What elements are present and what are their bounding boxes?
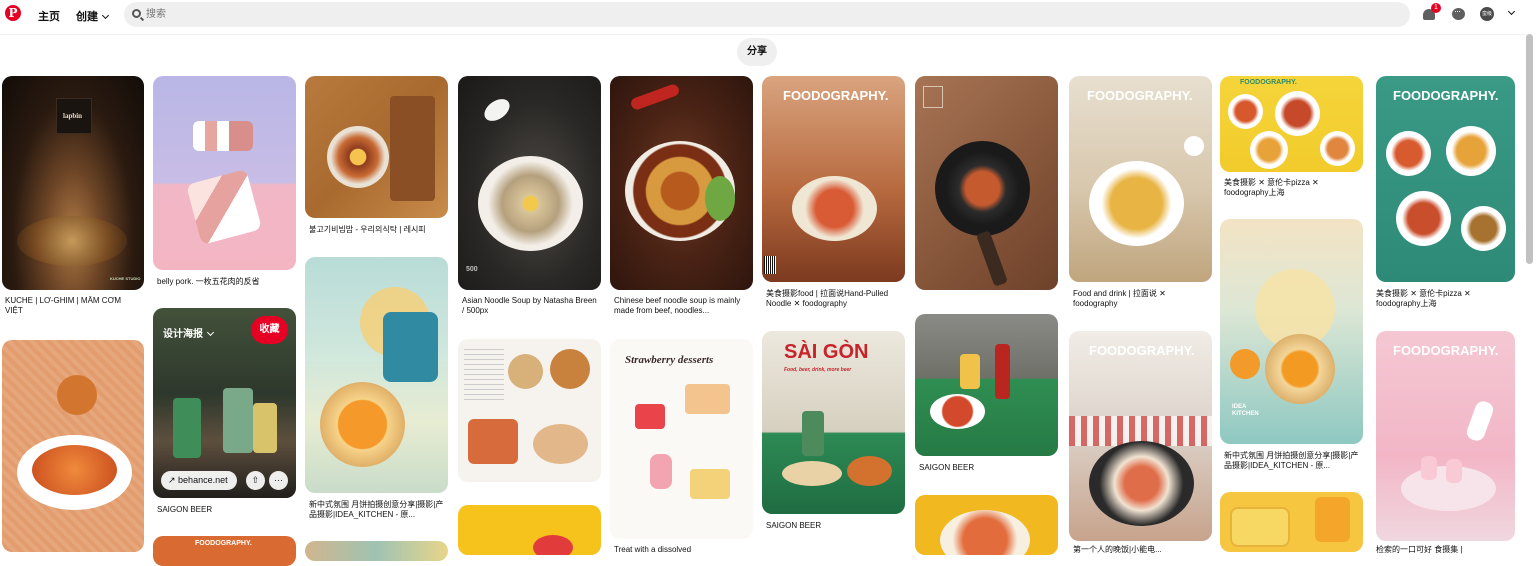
- pin-watermark-text: 500: [466, 266, 478, 273]
- pin-caption[interactable]: SAIGON BEER: [157, 505, 293, 516]
- pin-image[interactable]: [305, 76, 448, 218]
- pin-image[interactable]: 500: [458, 76, 601, 290]
- pin-overlay-text: FOODOGRAPHY.: [1087, 88, 1193, 103]
- pin-image[interactable]: FOODOGRAPHY.: [1069, 331, 1212, 541]
- search-input[interactable]: [146, 6, 1346, 23]
- pin-caption[interactable]: 新中式氛围 月饼拍摄创意分享|摄影|产品摄影|IDEA_KITCHEN - 原.…: [309, 500, 445, 522]
- chevron-down-icon: [101, 11, 110, 20]
- pin-caption[interactable]: 불고기비빔밥 - 우리의식탁 | 레시피: [309, 225, 445, 236]
- scrollbar[interactable]: [1526, 34, 1533, 264]
- nav-create-menu[interactable]: 创建: [76, 8, 110, 24]
- pin-image[interactable]: [458, 505, 601, 555]
- avatar[interactable]: 蛮级: [1480, 7, 1494, 21]
- chevron-down-icon: [206, 328, 215, 337]
- account-chevron-down-icon[interactable]: [1507, 7, 1516, 16]
- board-selector[interactable]: 设计海报: [163, 325, 215, 340]
- pin-caption[interactable]: 新中式氛围 月饼拍摄创意分享|摄影|产品摄影|IDEA_KITCHEN - 原.…: [1224, 451, 1360, 473]
- pin-image[interactable]: [458, 339, 601, 482]
- pin-image[interactable]: IDEA KITCHEN: [1220, 219, 1363, 444]
- pin-caption[interactable]: 美食摄影 ✕ 意伦卡pizza ✕ foodography上海: [1376, 289, 1515, 311]
- pin-overlay-text: FOODOGRAPHY.: [1393, 343, 1499, 358]
- pin-image[interactable]: [915, 76, 1058, 290]
- search-bar[interactable]: [124, 2, 1410, 27]
- pin-image[interactable]: [2, 340, 144, 552]
- pin-image[interactable]: [1220, 492, 1363, 552]
- pin-image[interactable]: FOODOGRAPHY.: [1220, 76, 1363, 172]
- pin-overlay-text: FOODOGRAPHY.: [783, 88, 889, 103]
- save-button[interactable]: 收藏: [251, 316, 288, 344]
- pin-caption[interactable]: KUCHE | LƠ-GHIM | MÂM CƠM VIỆT: [5, 296, 140, 318]
- pin-image[interactable]: [610, 76, 753, 290]
- more-icon: ···: [274, 475, 283, 485]
- header-divider: [0, 34, 1526, 35]
- pin-image[interactable]: [153, 76, 296, 270]
- pin-image[interactable]: [305, 541, 448, 561]
- nav-create-label: 创建: [76, 11, 98, 23]
- top-bar: P 主页 创建 1 蛮级: [0, 0, 1536, 30]
- pin-overlay-text: FOODOGRAPHY.: [1089, 343, 1195, 358]
- pin-overlay-text: SÀI GÒN: [784, 341, 869, 363]
- source-link-label: behance.net: [178, 475, 228, 485]
- pin-caption[interactable]: 第一个人的晚饭|小能电...: [1073, 545, 1209, 556]
- share-pin-button[interactable]: ⇧: [246, 471, 265, 490]
- pin-caption[interactable]: Asian Noodle Soup by Natasha Breen / 500…: [462, 296, 598, 318]
- pin-image[interactable]: FOODOGRAPHY.: [153, 536, 296, 566]
- pin-image[interactable]: SÀI GÒN Food, beer, drink, more beer: [762, 331, 905, 514]
- nav-home-link[interactable]: 主页: [38, 8, 60, 24]
- source-link[interactable]: ↗ behance.net: [161, 471, 237, 490]
- pin-overlay-subtext: Food, beer, drink, more beer: [784, 367, 852, 373]
- share-button[interactable]: 分享: [737, 38, 777, 66]
- pin-overlay-text: FOODOGRAPHY.: [195, 540, 252, 547]
- pinterest-logo-icon[interactable]: P: [5, 5, 21, 21]
- more-options-button[interactable]: ···: [269, 471, 288, 490]
- pin-overlay-text: Strawberry desserts: [625, 354, 714, 366]
- upload-icon: ⇧: [251, 475, 260, 485]
- pin-image[interactable]: lapbin KUCHE STUDIO: [2, 76, 144, 290]
- board-selector-label: 设计海报: [163, 329, 203, 340]
- pin-brand-text: IDEA KITCHEN: [1232, 404, 1259, 417]
- pin-caption[interactable]: 美食摄影food | 拉面说Hand-Pulled Noodle ✕ foodo…: [766, 289, 902, 311]
- pin-image[interactable]: [305, 257, 448, 493]
- arrow-up-right-icon: ↗: [168, 475, 179, 485]
- pin-caption[interactable]: Chinese beef noodle soup is mainly made …: [614, 296, 750, 318]
- pin-caption[interactable]: belly pork. 一枚五花肉的反省: [157, 277, 293, 288]
- pin-caption[interactable]: Food and drink | 拉面说 ✕ foodography: [1073, 289, 1209, 311]
- pin-image[interactable]: FOODOGRAPHY.: [1376, 76, 1515, 282]
- pin-image[interactable]: FOODOGRAPHY.: [762, 76, 905, 282]
- pin-brand-text: lapbin: [63, 112, 83, 120]
- messages-icon[interactable]: [1452, 6, 1465, 20]
- pin-overlay-text: FOODOGRAPHY.: [1240, 79, 1297, 86]
- pin-caption[interactable]: 美食摄影 ✕ 意伦卡pizza ✕ foodography上海: [1224, 178, 1360, 200]
- pin-image[interactable]: FOODOGRAPHY.: [1376, 331, 1515, 541]
- pin-overlay-text: FOODOGRAPHY.: [1393, 88, 1499, 103]
- pin-caption[interactable]: Treat with a dissolved: [614, 545, 750, 556]
- pin-image[interactable]: FOODOGRAPHY.: [1069, 76, 1212, 282]
- pin-image[interactable]: Strawberry desserts: [610, 339, 753, 539]
- pin-image[interactable]: [915, 495, 1058, 555]
- pin-studio-text: KUCHE STUDIO: [110, 276, 141, 281]
- pin-caption[interactable]: SAIGON BEER: [766, 521, 902, 532]
- notification-badge: 1: [1431, 3, 1441, 13]
- search-icon: [132, 9, 141, 18]
- pin-image[interactable]: [915, 314, 1058, 456]
- pin-caption[interactable]: SAIGON BEER: [919, 463, 1055, 474]
- pin-caption[interactable]: 检索的一口可好 食摄集 |: [1376, 545, 1515, 556]
